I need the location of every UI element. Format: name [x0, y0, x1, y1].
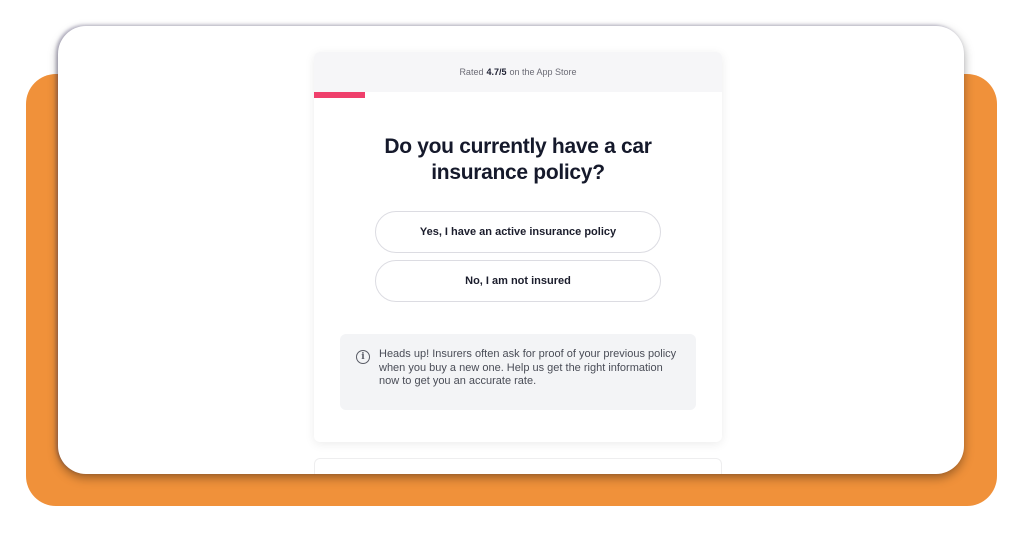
answer-options: Yes, I have an active insurance policy N…	[314, 211, 722, 302]
rating-value: 4.7/5	[486, 67, 507, 77]
info-icon: i	[356, 350, 370, 364]
option-not-insured-button[interactable]: No, I am not insured	[375, 260, 661, 302]
progress-bar-fill	[314, 92, 365, 98]
rating-suffix: on the App Store	[509, 67, 577, 77]
notice-text: Heads up! Insurers often ask for proof o…	[379, 348, 677, 387]
question-card: Rated 4.7/5 on the App Store Do you curr…	[314, 52, 722, 442]
option-yes-insured-button[interactable]: Yes, I have an active insurance policy	[375, 211, 661, 253]
next-card-peek	[314, 458, 722, 474]
info-notice: i Heads up! Insurers often ask for proof…	[340, 334, 696, 410]
progress-bar	[314, 92, 722, 98]
rating-banner: Rated 4.7/5 on the App Store	[314, 52, 722, 92]
question-title: Do you currently have a car insurance po…	[384, 135, 652, 184]
device-screen: Rated 4.7/5 on the App Store Do you curr…	[58, 26, 964, 474]
rating-prefix: Rated	[459, 67, 484, 77]
